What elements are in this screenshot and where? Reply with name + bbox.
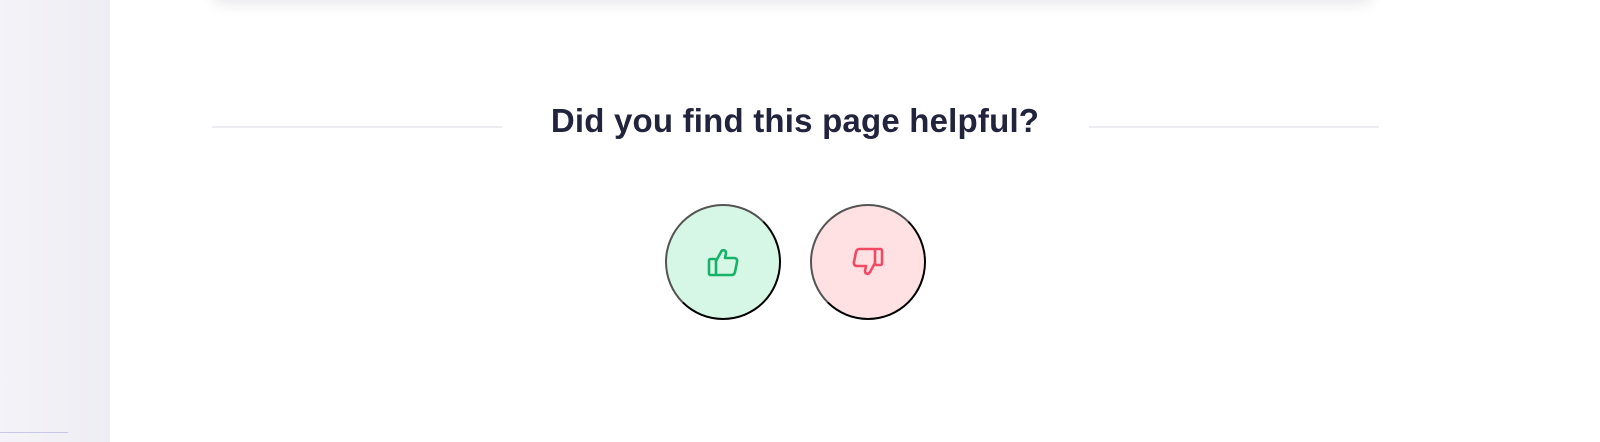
sidebar-divider — [0, 432, 68, 433]
feedback-question: Did you find this page helpful? — [550, 102, 1040, 139]
thumbs-up-icon — [704, 243, 742, 281]
thumbs-down-button[interactable] — [810, 204, 926, 320]
thumbs-up-button[interactable] — [665, 204, 781, 320]
feedback-section: Did you find this page helpful? — [212, 96, 1379, 156]
thumbs-down-icon — [849, 243, 887, 281]
sidebar — [0, 0, 110, 442]
divider-right — [1089, 126, 1379, 128]
page: Did you find this page helpful? — [0, 0, 1600, 442]
